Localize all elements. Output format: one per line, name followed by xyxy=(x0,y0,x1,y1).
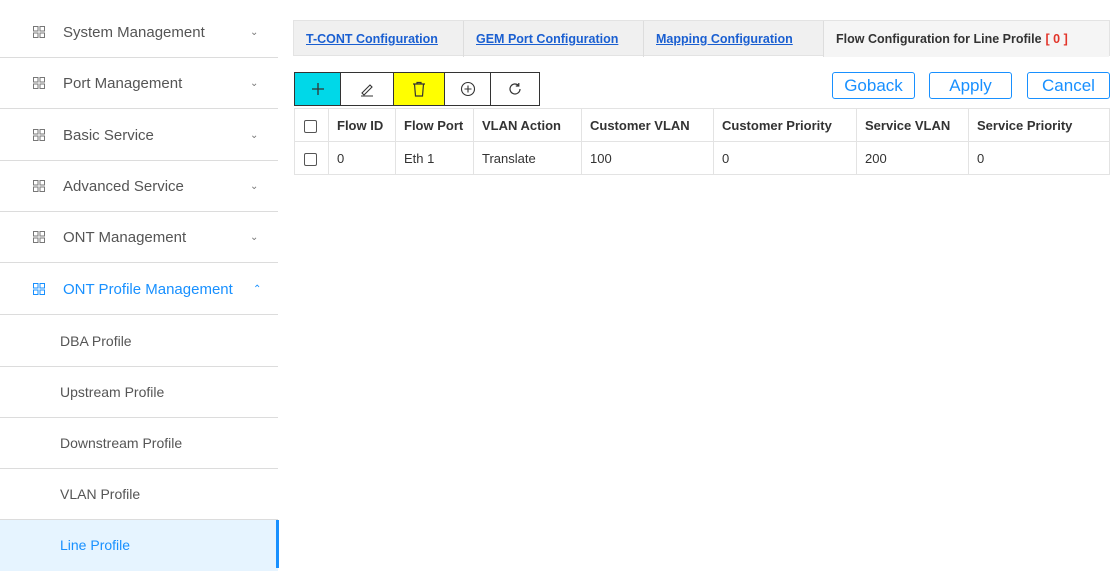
chevron-up-icon: ⌃ xyxy=(253,284,262,295)
sidebar-subitem-label: VLAN Profile xyxy=(60,486,141,502)
column-header: Flow Port xyxy=(395,108,474,142)
chevron-down-icon: ⌄ xyxy=(250,232,259,243)
table-header-row: Flow ID Flow Port VLAN Action Customer V… xyxy=(294,108,1110,142)
table-cell: Eth 1 xyxy=(395,141,474,175)
goback-button[interactable]: Goback xyxy=(832,72,915,99)
column-header: Customer Priority xyxy=(713,108,857,142)
column-header: Customer VLAN xyxy=(581,108,714,142)
column-header: Service VLAN xyxy=(856,108,969,142)
sidebar: System Management ⌄ Port Management ⌄ Ba… xyxy=(0,8,280,571)
plus-icon xyxy=(311,83,324,95)
sidebar-subitem-vlan-profile[interactable]: VLAN Profile xyxy=(0,469,278,520)
sidebar-subitem-label: Downstream Profile xyxy=(60,435,183,451)
chevron-down-icon: ⌄ xyxy=(250,78,259,89)
chevron-down-icon: ⌄ xyxy=(250,181,259,192)
sidebar-subitem-downstream-profile[interactable]: Downstream Profile xyxy=(0,418,278,469)
grid-icon xyxy=(33,231,45,243)
tab-gem-port-configuration[interactable]: GEM Port Configuration xyxy=(464,21,644,57)
insert-button[interactable] xyxy=(444,72,491,106)
chevron-down-icon: ⌄ xyxy=(250,130,259,141)
sidebar-subitem-label: Line Profile xyxy=(60,537,131,553)
grid-icon xyxy=(33,26,45,38)
select-all-checkbox[interactable] xyxy=(304,119,317,133)
sidebar-item-system-management[interactable]: System Management ⌄ xyxy=(0,8,278,58)
tab-mapping-configuration[interactable]: Mapping Configuration xyxy=(644,21,824,57)
table-cell: 0 xyxy=(713,141,857,175)
sidebar-item-label: Basic Service xyxy=(63,127,154,144)
table-cell: 0 xyxy=(968,141,1110,175)
row-checkbox[interactable] xyxy=(304,152,317,166)
table-cell: Translate xyxy=(473,141,582,175)
chevron-down-icon: ⌄ xyxy=(250,27,259,38)
config-tabs: T-CONT Configuration GEM Port Configurat… xyxy=(293,20,1110,57)
sidebar-subitem-upstream-profile[interactable]: Upstream Profile xyxy=(0,367,278,418)
trash-icon xyxy=(413,81,425,97)
table-row[interactable]: 0 Eth 1 Translate 100 0 200 0 xyxy=(294,141,1110,175)
add-button[interactable] xyxy=(294,72,341,106)
sidebar-subitem-line-profile[interactable]: Line Profile xyxy=(0,520,278,571)
refresh-button[interactable] xyxy=(490,72,540,106)
sidebar-item-basic-service[interactable]: Basic Service ⌄ xyxy=(0,111,278,161)
grid-icon xyxy=(33,180,45,192)
select-all-cell[interactable] xyxy=(294,108,329,142)
sidebar-item-label: Port Management xyxy=(63,75,183,92)
table-cell: 200 xyxy=(856,141,969,175)
table-cell: 0 xyxy=(328,141,396,175)
tab-label: GEM Port Configuration xyxy=(476,32,619,46)
tab-tcont-configuration[interactable]: T-CONT Configuration xyxy=(294,21,464,57)
delete-button[interactable] xyxy=(393,72,445,106)
cancel-label: Cancel xyxy=(1042,75,1095,95)
edit-icon xyxy=(361,84,373,97)
sidebar-subitem-dba-profile[interactable]: DBA Profile xyxy=(0,316,278,367)
table-cell: 100 xyxy=(581,141,714,175)
cancel-button[interactable]: Cancel xyxy=(1027,72,1110,99)
sidebar-item-ont-management[interactable]: ONT Management ⌄ xyxy=(0,213,278,263)
row-select-cell[interactable] xyxy=(294,141,329,175)
flow-table: Flow ID Flow Port VLAN Action Customer V… xyxy=(294,108,1110,175)
active-indicator-bar xyxy=(276,520,279,568)
edit-button[interactable] xyxy=(340,72,394,106)
tab-label: Mapping Configuration xyxy=(656,32,793,46)
goback-label: Goback xyxy=(844,75,903,95)
sidebar-item-advanced-service[interactable]: Advanced Service ⌄ xyxy=(0,162,278,212)
column-header: Service Priority xyxy=(968,108,1110,142)
sidebar-item-label: System Management xyxy=(63,24,205,41)
apply-label: Apply xyxy=(949,75,992,95)
refresh-icon xyxy=(509,83,521,95)
profile-id-badge: [ 0 ] xyxy=(1045,32,1068,46)
column-header: VLAN Action xyxy=(473,108,582,142)
sidebar-item-port-management[interactable]: Port Management ⌄ xyxy=(0,59,278,109)
apply-button[interactable]: Apply xyxy=(929,72,1012,99)
grid-icon xyxy=(33,77,45,89)
sidebar-subitem-label: DBA Profile xyxy=(60,333,132,349)
sidebar-item-label: ONT Management xyxy=(63,229,187,246)
column-header: Flow ID xyxy=(328,108,396,142)
sidebar-item-label: Advanced Service xyxy=(63,178,184,195)
sidebar-item-label: ONT Profile Management xyxy=(63,281,233,298)
sidebar-item-ont-profile-management[interactable]: ONT Profile Management ⌃ xyxy=(0,265,278,315)
tab-label: T-CONT Configuration xyxy=(306,32,438,46)
tab-label: Flow Configuration for Line Profile xyxy=(836,32,1042,46)
circle-plus-icon xyxy=(460,81,475,97)
grid-icon xyxy=(33,283,45,295)
grid-icon xyxy=(33,129,45,141)
tab-flow-configuration[interactable]: Flow Configuration for Line Profile[ 0 ] xyxy=(824,21,1109,57)
sidebar-subitem-label: Upstream Profile xyxy=(60,384,165,400)
